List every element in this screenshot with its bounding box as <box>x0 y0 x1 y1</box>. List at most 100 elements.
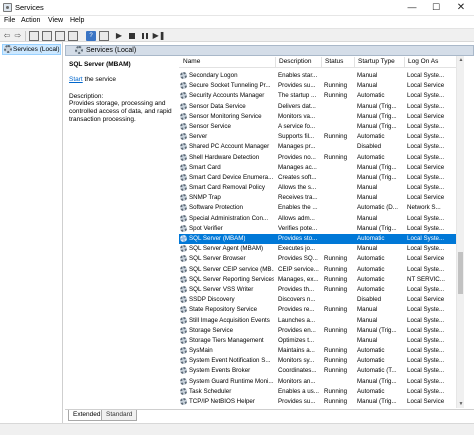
column-divider[interactable] <box>404 57 405 67</box>
service-startup-type-cell: Manual <box>357 306 378 314</box>
column-divider[interactable] <box>321 57 322 67</box>
table-row[interactable]: SQL Server Reporting Services Manages, ex… <box>179 275 464 285</box>
table-row[interactable]: Secure Socket Tunneling Pr... Provides su… <box>179 81 464 91</box>
service-startup-type-cell: Manual <box>357 184 378 192</box>
service-startup-type-cell: Disabled <box>357 296 382 304</box>
table-row[interactable]: Spot Verifier Verifies pote... Manual (Tri… <box>179 224 464 234</box>
show-hide-console-tree-icon[interactable] <box>29 31 39 41</box>
scroll-down-arrow[interactable]: ▼ <box>457 400 465 408</box>
service-description-cell: CEIP service... <box>278 265 319 273</box>
service-startup-type-cell: Manual <box>357 194 378 202</box>
table-row[interactable]: Security Accounts Manager The startup ...… <box>179 91 464 101</box>
table-row[interactable]: SSDP Discovery Discovers n... Disabled Loca… <box>179 295 464 305</box>
service-startup-type-cell: Manual <box>357 82 378 90</box>
table-row[interactable]: Smart Card Manages ac... Manual (Trig... Lo… <box>179 163 464 173</box>
column-header-log-on-as[interactable]: Log On As <box>408 58 438 65</box>
table-row[interactable]: Smart Card Removal Policy Allows the s...… <box>179 183 464 193</box>
table-row[interactable]: Smart Card Device Enumera... Creates soft… <box>179 173 464 183</box>
maximize-button[interactable]: ☐ <box>424 0 448 16</box>
table-row[interactable]: SQL Server Agent (MBAM) Executes jo... Man… <box>179 244 464 254</box>
close-button[interactable]: ✕ <box>449 0 473 16</box>
table-row[interactable]: Storage Service Provides en... Running Manu… <box>179 326 464 336</box>
start-service-icon[interactable]: ▶ <box>114 31 124 41</box>
table-row[interactable]: System Guard Runtime Moni... Monitors an.… <box>179 377 464 387</box>
pause-service-icon[interactable] <box>140 31 150 41</box>
column-header-status[interactable]: Status <box>325 58 343 65</box>
service-description-cell: Coordinates... <box>278 367 317 375</box>
menu-help[interactable]: Help <box>70 17 84 24</box>
table-row[interactable]: System Event Notification S... Monitors s… <box>179 356 464 366</box>
service-startup-type-cell: Manual (Trig... <box>357 173 397 181</box>
table-row[interactable]: Software Protection Enables the ... Automa… <box>179 203 464 213</box>
service-description-cell: Manages ac... <box>278 163 317 171</box>
column-header-startup-type[interactable]: Startup Type <box>358 58 395 65</box>
properties-icon[interactable] <box>42 31 52 41</box>
scroll-up-arrow[interactable]: ▲ <box>457 56 465 64</box>
restart-service-icon[interactable]: ▶❚ <box>152 31 166 41</box>
table-row[interactable]: SQL Server (MBAM) Provides sto... Automati… <box>179 234 464 245</box>
table-row[interactable]: SQL Server CEIP service (MB... CEIP servi… <box>179 265 464 275</box>
table-row[interactable]: SysMain Maintains a... Running Automatic Loc… <box>179 346 464 356</box>
stop-service-icon[interactable] <box>127 31 137 41</box>
back-arrow-icon[interactable]: ⇦ <box>2 31 12 41</box>
help-icon[interactable]: ? <box>86 31 96 41</box>
service-name-cell: Smart Card <box>189 163 221 171</box>
table-row[interactable]: Sensor Data Service Delivers dat... Manual… <box>179 102 464 112</box>
table-row[interactable]: Server Supports fil... Running Automatic Loc… <box>179 132 464 142</box>
service-startup-type-cell: Manual (Trig... <box>357 102 397 110</box>
tab-extended[interactable]: Extended <box>68 410 106 421</box>
service-log-on-as-cell: Local Service <box>407 112 445 120</box>
forward-arrow-icon[interactable]: ⇨ <box>13 31 23 41</box>
table-row[interactable]: TCP/IP NetBIOS Helper Provides su... Runni… <box>179 397 464 407</box>
menu-action[interactable]: Action <box>21 17 40 24</box>
table-row[interactable]: Storage Tiers Management Optimizes t... Ma… <box>179 336 464 346</box>
table-row[interactable]: SNMP Trap Receives tra... Manual Local Serv… <box>179 193 464 203</box>
service-name-cell: Sensor Data Service <box>189 102 246 110</box>
table-row[interactable]: Sensor Monitoring Service Monitors va... M… <box>179 112 464 122</box>
refresh-icon[interactable] <box>55 31 65 41</box>
table-row[interactable]: State Repository Service Provides re... Ru… <box>179 305 464 315</box>
table-row[interactable]: SQL Server VSS Writer Provides th... Runni… <box>179 285 464 295</box>
export-list-icon[interactable] <box>68 31 78 41</box>
table-row[interactable]: SQL Server Browser Provides SQ... Running A… <box>179 254 464 264</box>
table-row[interactable]: Secondary Logon Enables star... Manual Loca… <box>179 71 464 81</box>
column-header-description[interactable]: Description <box>279 58 312 65</box>
service-name-cell: Software Protection <box>189 204 243 212</box>
column-header-name[interactable]: Name <box>183 58 200 65</box>
scrollbar-thumb[interactable] <box>458 252 463 294</box>
table-row[interactable]: Task Scheduler Enables a us... Running Auto… <box>179 387 464 397</box>
column-divider[interactable] <box>275 57 276 67</box>
menu-file[interactable]: File <box>4 17 15 24</box>
selected-service-title: SQL Server (MBAM) <box>69 61 131 68</box>
service-log-on-as-cell: Local Syste... <box>407 336 445 344</box>
service-name-cell: SQL Server VSS Writer <box>189 285 254 293</box>
column-divider[interactable] <box>354 57 355 67</box>
service-description-cell: Provides SQ... <box>278 255 318 263</box>
table-row[interactable]: Shared PC Account Manager Manages pr... Di… <box>179 142 464 152</box>
service-description-cell: Provides su... <box>278 398 316 405</box>
table-row[interactable]: Sensor Service A service fo... Manual (Tri… <box>179 122 464 132</box>
service-log-on-as-cell: Local Service <box>407 296 445 304</box>
tree-item-services-local[interactable]: Services (Local) <box>2 44 61 55</box>
service-status-cell: Running <box>324 275 348 283</box>
table-row[interactable]: Special Administration Con... Allows adm.… <box>179 214 464 224</box>
service-log-on-as-cell: Local Syste... <box>407 92 445 100</box>
tab-standard[interactable]: Standard <box>101 410 138 421</box>
content-pane: Services (Local) SQL Server (MBAM) Start… <box>65 42 474 423</box>
start-service-link[interactable]: Start <box>69 76 83 83</box>
service-startup-type-cell: Automatic <box>357 285 385 293</box>
service-description-cell: Discovers n... <box>278 296 316 304</box>
service-startup-type-cell: Automatic <box>357 133 385 141</box>
window-title: Services <box>15 3 44 12</box>
vertical-scrollbar[interactable]: ▲ ▼ <box>456 56 464 408</box>
table-row[interactable]: Shell Hardware Detection Provides no... Ru… <box>179 153 464 163</box>
service-description-cell: Manages, ex... <box>278 275 319 283</box>
menu-view[interactable]: View <box>48 17 63 24</box>
action-pane-icon[interactable] <box>99 31 109 41</box>
service-name-cell: Storage Service <box>189 326 234 334</box>
service-name-cell: System Guard Runtime Moni... <box>189 377 274 385</box>
table-row[interactable]: System Events Broker Coordinates... Runnin… <box>179 366 464 376</box>
minimize-button[interactable]: — <box>400 0 424 16</box>
toolbar: ⇦ ⇨ ? ▶ ▶❚ <box>0 28 474 42</box>
table-row[interactable]: Still Image Acquisition Events Launches a… <box>179 316 464 326</box>
